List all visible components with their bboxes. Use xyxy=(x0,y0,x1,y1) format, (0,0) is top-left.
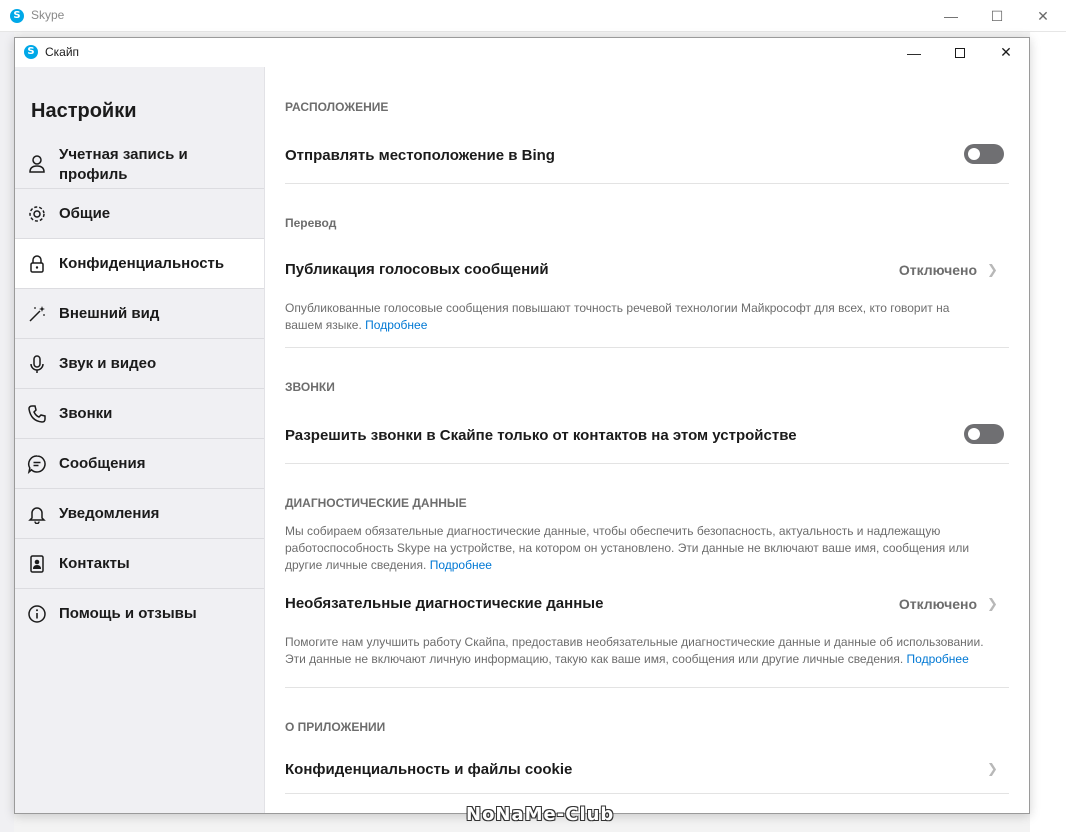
watermark: NoNaMe-Club xyxy=(466,804,615,825)
maximize-button[interactable] xyxy=(937,38,983,67)
gear-icon xyxy=(27,204,47,224)
divider xyxy=(285,463,1009,464)
settings-nav: Учетная запись и профиль Общие Конфиденц… xyxy=(15,139,264,639)
background-window-title: Skype xyxy=(31,8,65,22)
contacts-only-calls-label: Разрешить звонки в Скайпе только от конт… xyxy=(285,427,797,444)
settings-heading: Настройки xyxy=(31,100,137,122)
voice-messages-label[interactable]: Публикация голосовых сообщений xyxy=(285,261,549,278)
voice-messages-value[interactable]: Отключено xyxy=(899,262,977,278)
sidebar-item-general[interactable]: Общие xyxy=(15,189,264,239)
close-button[interactable]: ✕ xyxy=(983,38,1029,67)
privacy-cookies-label[interactable]: Конфиденциальность и файлы cookie xyxy=(285,761,572,778)
skype-logo-icon: S xyxy=(10,9,24,23)
optional-diagnostics-value[interactable]: Отключено xyxy=(899,596,977,612)
sidebar-item-label: Сообщения xyxy=(59,454,146,472)
sidebar-item-calls[interactable]: Звонки xyxy=(15,389,264,439)
diagnostics-learn-more-link[interactable]: Подробнее xyxy=(430,558,492,572)
dialog-title: Скайп xyxy=(45,45,80,59)
dialog-titlebar: S Скайп — ✕ xyxy=(15,38,1029,67)
translation-section-header: Перевод xyxy=(285,216,337,230)
optional-diagnostics-description-text: Помогите нам улучшить работу Скайпа, пре… xyxy=(285,635,984,666)
optional-diagnostics-description: Помогите нам улучшить работу Скайпа, пре… xyxy=(285,634,985,668)
diagnostics-description: Мы собираем обязательные диагностические… xyxy=(285,523,985,574)
background-minimize-button[interactable]: — xyxy=(928,0,974,32)
send-location-bing-label: Отправлять местоположение в Bing xyxy=(285,147,555,164)
background-titlebar: S Skype — ☐ ✕ xyxy=(0,0,1066,32)
diagnostics-description-text: Мы собираем обязательные диагностические… xyxy=(285,524,970,572)
sidebar-item-label: Звук и видео xyxy=(59,354,157,372)
sidebar-item-audio-video[interactable]: Звук и видео xyxy=(15,339,264,389)
lock-icon xyxy=(27,254,47,274)
chevron-right-icon[interactable]: ❯ xyxy=(987,596,998,611)
background-content-strip xyxy=(1030,32,1066,832)
background-close-button[interactable]: ✕ xyxy=(1020,0,1066,32)
sidebar-item-notifications[interactable]: Уведомления xyxy=(15,489,264,539)
sidebar-item-help[interactable]: Помощь и отзывы xyxy=(15,589,264,639)
skype-logo-icon: S xyxy=(24,45,38,59)
sidebar-item-label: Контакты xyxy=(59,554,130,572)
calls-section-header: ЗВОНКИ xyxy=(285,380,335,394)
sidebar-item-label: Уведомления xyxy=(59,504,160,522)
minimize-button[interactable]: — xyxy=(891,38,937,67)
divider xyxy=(285,793,1009,794)
sidebar-item-appearance[interactable]: Внешний вид xyxy=(15,289,264,339)
toggle-knob xyxy=(968,148,980,160)
optional-diagnostics-label[interactable]: Необязательные диагностические данные xyxy=(285,595,603,612)
voice-messages-description: Опубликованные голосовые сообщения повыш… xyxy=(285,300,985,334)
sidebar-item-privacy[interactable]: Конфиденциальность xyxy=(15,239,264,289)
about-section-header: О ПРИЛОЖЕНИИ xyxy=(285,720,386,734)
chevron-right-icon[interactable]: ❯ xyxy=(987,262,998,277)
privacy-settings-panel: РАСПОЛОЖЕНИЕ Отправлять местоположение в… xyxy=(265,67,1029,813)
sidebar-item-label: Звонки xyxy=(59,404,113,422)
divider xyxy=(285,183,1009,184)
magic-wand-icon xyxy=(27,304,47,324)
contacts-only-calls-toggle[interactable] xyxy=(964,424,1004,444)
sidebar-item-messages[interactable]: Сообщения xyxy=(15,439,264,489)
settings-dialog: S Скайп — ✕ Настройки Учетная запись и п… xyxy=(14,37,1030,814)
bell-icon xyxy=(27,504,47,524)
send-location-bing-toggle[interactable] xyxy=(964,144,1004,164)
contacts-icon xyxy=(27,554,47,574)
location-section-header: РАСПОЛОЖЕНИЕ xyxy=(285,100,389,114)
background-maximize-button[interactable]: ☐ xyxy=(974,0,1020,32)
sidebar-item-label: Учетная запись и профиль xyxy=(59,145,188,183)
microphone-icon xyxy=(27,354,47,374)
divider xyxy=(285,347,1009,348)
diagnostics-section-header: ДИАГНОСТИЧЕСКИЕ ДАННЫЕ xyxy=(285,496,467,510)
info-icon xyxy=(27,604,47,624)
sidebar-item-contacts[interactable]: Контакты xyxy=(15,539,264,589)
sidebar-item-label: Помощь и отзывы xyxy=(59,605,197,622)
sidebar-item-account[interactable]: Учетная запись и профиль xyxy=(15,139,264,189)
settings-sidebar: Настройки Учетная запись и профиль Общие… xyxy=(15,67,265,813)
toggle-knob xyxy=(968,428,980,440)
chat-icon xyxy=(27,454,47,474)
sidebar-item-label: Внешний вид xyxy=(59,304,160,322)
voice-messages-learn-more-link[interactable]: Подробнее xyxy=(365,318,427,332)
divider xyxy=(285,687,1009,688)
optional-diagnostics-learn-more-link[interactable]: Подробнее xyxy=(907,652,969,666)
background-sidebar-strip xyxy=(0,32,14,832)
sidebar-item-label: Конфиденциальность xyxy=(59,254,225,272)
chevron-right-icon[interactable]: ❯ xyxy=(987,761,998,776)
maximize-icon xyxy=(955,47,965,58)
person-icon xyxy=(27,154,47,174)
sidebar-item-label: Общие xyxy=(59,204,111,222)
phone-icon xyxy=(27,404,47,424)
